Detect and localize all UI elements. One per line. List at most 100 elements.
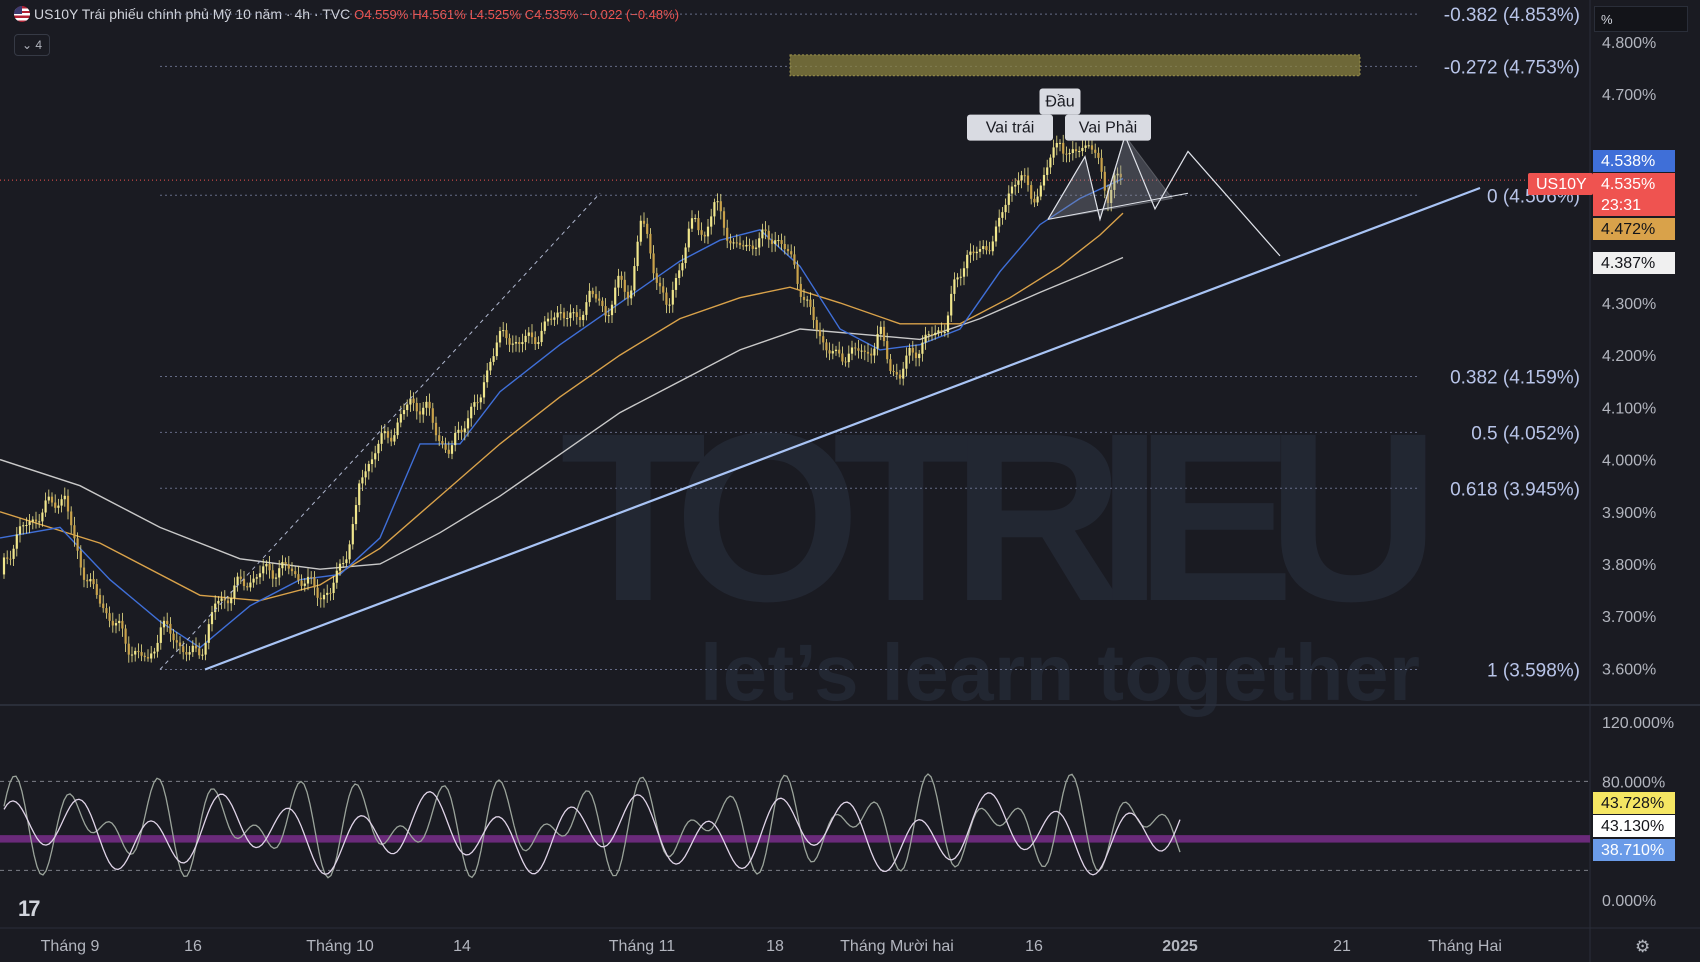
candle-body — [495, 342, 498, 357]
candle-body — [582, 314, 585, 321]
candle-body — [281, 562, 284, 569]
candle-body — [841, 353, 844, 362]
candle-body — [588, 290, 591, 303]
candle-body — [486, 370, 489, 383]
candle-body — [390, 437, 393, 442]
candle-body — [943, 332, 946, 334]
candle-body — [207, 624, 210, 643]
candle-body — [518, 342, 521, 345]
candle-body — [1074, 149, 1078, 152]
candle-body — [569, 312, 572, 319]
candle-body — [681, 263, 684, 271]
candle-body — [940, 330, 943, 333]
fib-level-label: 0.618 (3.945%) — [1450, 479, 1580, 500]
candle-body — [854, 347, 857, 349]
candle-body — [774, 240, 777, 245]
candle-body — [287, 564, 290, 569]
candle-body — [783, 243, 786, 250]
candle-body — [278, 568, 281, 578]
candle-body — [598, 298, 601, 301]
price-axis-tick: 4.000% — [1602, 453, 1656, 470]
candle-body — [1014, 184, 1017, 187]
candle-body — [754, 247, 758, 249]
candle-body — [393, 435, 396, 442]
candle-body — [310, 576, 313, 578]
candle-body — [89, 579, 92, 582]
candle-body — [809, 299, 812, 307]
candle-body — [594, 294, 598, 299]
candle-body — [383, 431, 386, 434]
candle-body — [799, 283, 802, 297]
candle-body — [985, 246, 988, 251]
candle-body — [639, 220, 642, 242]
candle-body — [505, 330, 508, 339]
candle-body — [386, 431, 390, 438]
candle-body — [614, 287, 617, 305]
candle-body — [521, 342, 524, 345]
price-axis-tick: 3.800% — [1602, 557, 1656, 574]
candle-body — [297, 574, 300, 581]
candle-body — [290, 568, 294, 572]
candle-body — [703, 234, 706, 237]
candle-body — [751, 245, 754, 249]
candle-body — [834, 349, 838, 352]
candle-body — [1052, 147, 1055, 158]
candle-body — [322, 594, 326, 600]
candle-body — [876, 333, 879, 349]
gear-icon[interactable]: ⚙ — [1635, 937, 1650, 957]
fib-level-label: -0.382 (4.853%) — [1444, 5, 1580, 26]
candle-body — [258, 573, 262, 578]
candle-body — [882, 326, 886, 342]
candle-body — [18, 526, 22, 535]
candle-body — [342, 563, 345, 565]
candle-body — [348, 544, 351, 560]
candle-body — [978, 249, 982, 252]
candle-body — [313, 576, 316, 588]
annotation-label: Vai Phải — [1079, 120, 1137, 137]
price-axis-tick: 3.900% — [1602, 505, 1656, 522]
candle-body — [812, 306, 815, 321]
candle-body — [1017, 180, 1020, 185]
candle-body — [159, 627, 162, 643]
candle-body — [79, 550, 82, 568]
candle-body — [665, 292, 668, 305]
candle-body — [671, 289, 674, 305]
candle-body — [553, 317, 556, 320]
candle-body — [738, 242, 742, 246]
price-axis-tick: 4.200% — [1602, 348, 1656, 365]
candle-body — [50, 496, 54, 503]
candle-body — [220, 598, 223, 601]
pattern-annotation: Vai Phải — [1065, 114, 1151, 141]
candle-body — [422, 407, 425, 415]
candle-body — [166, 620, 169, 624]
candle-body — [92, 579, 95, 585]
candle-body — [127, 643, 130, 655]
candle-body — [217, 600, 220, 604]
time-axis-tick: Tháng Hai — [1428, 938, 1502, 955]
price-chart[interactable]: TOTRIEU let’s learn together -0.382 (4.8… — [0, 0, 1700, 962]
candle-body — [684, 247, 687, 264]
candle-body — [303, 583, 306, 586]
candle-body — [108, 613, 111, 621]
candle-body — [454, 432, 457, 446]
candle-body — [6, 557, 9, 559]
candle-body — [415, 402, 418, 412]
candle-body — [543, 321, 546, 331]
candle-body — [537, 342, 540, 345]
candle-body — [460, 429, 463, 433]
candle-body — [527, 332, 530, 336]
candle-body — [550, 318, 553, 320]
candle-body — [1046, 167, 1049, 175]
candle-body — [710, 216, 713, 227]
candle-body — [706, 226, 710, 237]
candle-body — [1001, 212, 1004, 218]
candle-body — [1004, 204, 1007, 213]
candle-body — [790, 251, 793, 255]
candle-body — [1068, 153, 1071, 155]
candle-body — [1055, 143, 1058, 148]
candle-body — [578, 317, 582, 321]
candle-body — [447, 449, 450, 454]
candle-body — [1023, 175, 1026, 177]
rsi-axis-tick: 0.000% — [1602, 893, 1656, 910]
price-axis-tick: 4.800% — [1602, 35, 1656, 52]
